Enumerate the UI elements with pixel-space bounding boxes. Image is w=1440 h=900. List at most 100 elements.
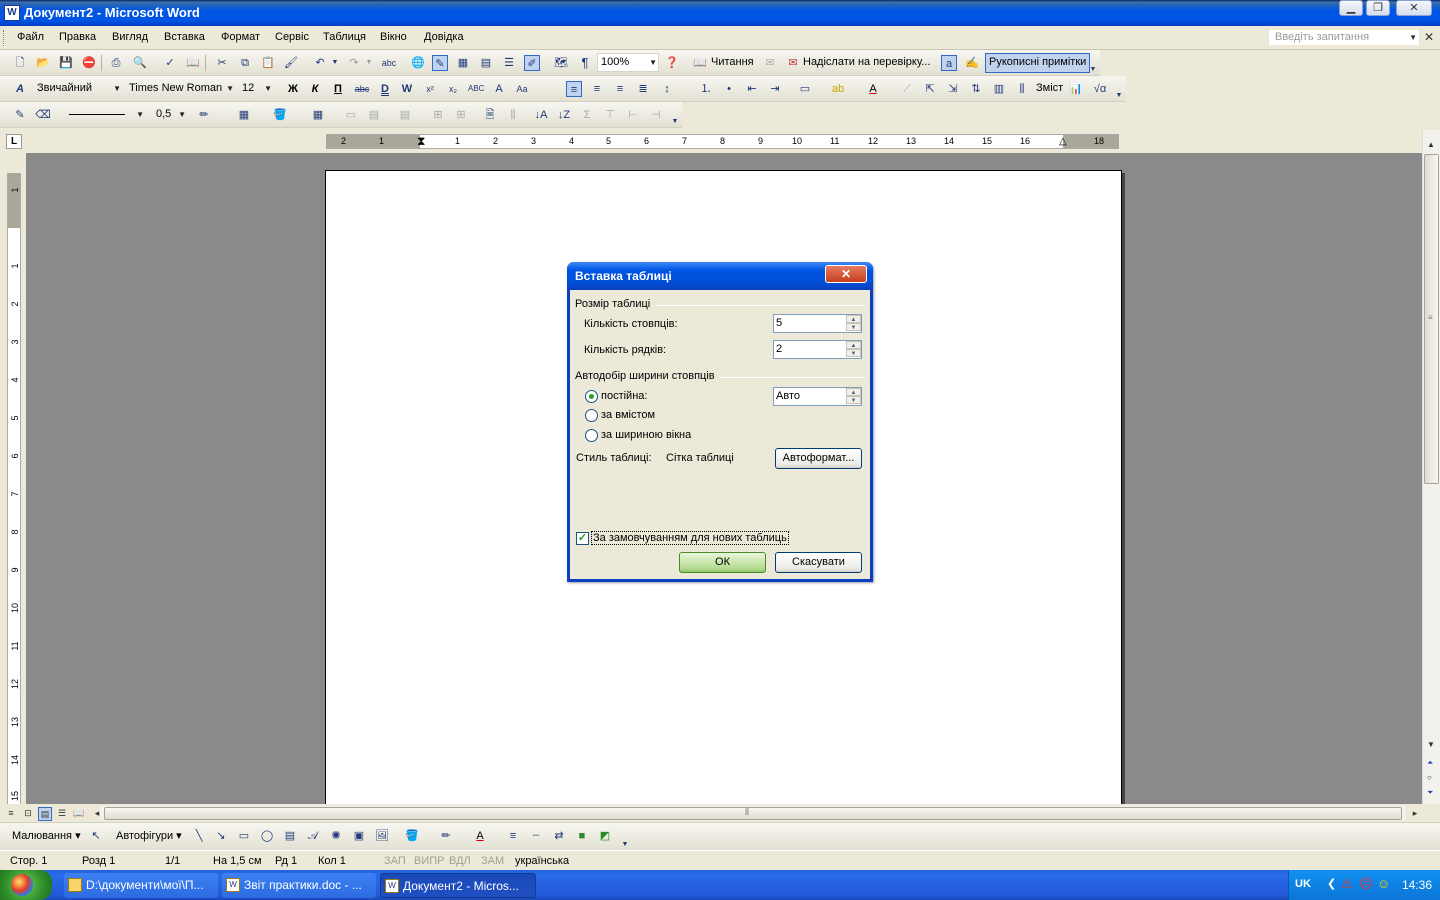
hyperlink-icon[interactable]: 🌐: [410, 55, 426, 71]
autofit-content-label[interactable]: за вмістом: [601, 409, 655, 421]
send-review-icon[interactable]: ✉: [785, 55, 801, 71]
new-document-icon[interactable]: 🗋: [12, 55, 28, 71]
strikethrough-icon[interactable]: abc: [354, 81, 370, 97]
chevron-down-icon[interactable]: ▼: [136, 106, 144, 123]
fixed-width-radio[interactable]: [585, 390, 598, 403]
spin-up-icon[interactable]: ▲: [846, 315, 861, 323]
minimize-icon[interactable]: ▁: [1339, 0, 1363, 16]
autofit-content-radio[interactable]: [585, 409, 598, 422]
3d-style-icon[interactable]: ◩: [597, 828, 613, 844]
drawing-icon[interactable]: ✐: [524, 55, 540, 71]
word-app-icon[interactable]: W: [4, 5, 20, 21]
chevron-down-icon[interactable]: ▼: [226, 80, 234, 97]
previous-page-icon[interactable]: ⏶: [1427, 758, 1433, 768]
attach-icon[interactable]: ✉: [762, 55, 778, 71]
font-color-icon[interactable]: A: [865, 81, 881, 97]
menu-insert[interactable]: Вставка: [164, 31, 205, 43]
oval-icon[interactable]: ◯: [259, 828, 275, 844]
align-center-icon[interactable]: ≡: [589, 81, 605, 97]
save-icon[interactable]: 💾: [58, 55, 74, 71]
smiley-icon[interactable]: ☺: [1377, 876, 1390, 891]
menu-window[interactable]: Вікно: [380, 31, 407, 43]
copy-icon[interactable]: ⧉: [237, 55, 253, 71]
menu-tools[interactable]: Сервіс: [275, 31, 309, 43]
reading-icon[interactable]: 📖: [692, 55, 708, 71]
horizontal-scroll-thumb[interactable]: ⦀: [104, 807, 1402, 820]
spin-up-icon[interactable]: ▲: [846, 388, 861, 396]
status-overtype[interactable]: ЗАМ: [481, 855, 504, 867]
toc-button[interactable]: Зміст: [1036, 82, 1063, 94]
style-select[interactable]: Звичайний ▼: [33, 79, 123, 98]
shadow-style-icon[interactable]: ■: [574, 828, 590, 844]
menu-format[interactable]: Формат: [221, 31, 260, 43]
chevron-down-icon[interactable]: ▼: [178, 106, 186, 123]
font-size-select[interactable]: 12 ▼: [238, 79, 274, 98]
redo-icon[interactable]: ↷: [346, 55, 362, 71]
rectangle-icon[interactable]: ▭: [236, 828, 252, 844]
ink-annotations-button[interactable]: Рукописні примітки: [985, 53, 1091, 73]
toolbar-options-icon[interactable]: ▼: [670, 114, 680, 130]
menu-file[interactable]: Файл: [17, 31, 44, 43]
taskbar-item-report[interactable]: W Звіт практики.doc - ...: [222, 873, 376, 898]
paragraph-icon[interactable]: ⇲: [945, 81, 961, 97]
cancel-button[interactable]: Скасувати: [775, 552, 862, 573]
text-direction-icon[interactable]: ⫼: [505, 107, 521, 123]
fill-color-icon[interactable]: 🪣: [404, 828, 420, 844]
insert-column-icon[interactable]: ⊣: [648, 107, 664, 123]
vertical-ruler[interactable]: 1 1 2 3 4 5 6 7 8 9 10 11 12 13 14 15: [0, 153, 26, 804]
open-folder-icon[interactable]: 📂: [35, 55, 51, 71]
scroll-down-icon[interactable]: ▼: [1427, 740, 1435, 749]
restore-icon[interactable]: ❐: [1366, 0, 1390, 16]
rows-spinner[interactable]: 2 ▲ ▼: [773, 340, 862, 359]
default-for-new-tables-label[interactable]: За замовчуванням для нових таблиць: [591, 531, 789, 545]
status-extend[interactable]: ВДЛ: [449, 855, 471, 867]
language-indicator[interactable]: UK: [1295, 878, 1311, 890]
merge-cells-icon[interactable]: ▭: [343, 107, 359, 123]
tab-selector[interactable]: L: [6, 134, 22, 149]
reading-view-icon[interactable]: 📖: [72, 807, 86, 821]
menu-help[interactable]: Довідка: [424, 31, 464, 43]
border-color-icon[interactable]: ✏: [196, 107, 212, 123]
scroll-right-icon[interactable]: ▸: [1408, 807, 1422, 821]
horizontal-ruler[interactable]: 2 1 ⧗ 1 2 3 4 5 6 7 8 9 10 11 12 13 14 1…: [326, 134, 1119, 149]
justify-icon[interactable]: ≣: [635, 81, 651, 97]
menu-table[interactable]: Таблиця: [323, 31, 366, 43]
close-icon[interactable]: ✕: [1396, 0, 1432, 16]
zoom-select[interactable]: 100% ▼: [597, 53, 659, 72]
autofit-window-label[interactable]: за шириною вікна: [601, 429, 691, 441]
ink-comment-icon[interactable]: a: [941, 55, 957, 71]
subscript-icon[interactable]: x₂: [445, 81, 461, 97]
spelling-icon[interactable]: ✓: [162, 55, 178, 71]
menu-grip[interactable]: [3, 30, 6, 46]
fixed-width-spinner[interactable]: Авто ▲ ▼: [773, 387, 862, 406]
research-icon[interactable]: 📖: [185, 55, 201, 71]
toc-icon[interactable]: ⫼: [1014, 81, 1030, 97]
line-style-icon[interactable]: ≡: [505, 828, 521, 844]
draw-table-icon[interactable]: ✎: [12, 107, 28, 123]
show-formatting-icon[interactable]: ¶: [577, 55, 593, 71]
ink-annotations-icon[interactable]: ✍: [964, 55, 980, 71]
align-right-icon[interactable]: ≡: [612, 81, 628, 97]
undo-icon[interactable]: ↶: [312, 55, 328, 71]
distribute-icon[interactable]: ▥: [991, 81, 1007, 97]
word-underline-icon[interactable]: W: [399, 81, 415, 97]
small-caps-icon[interactable]: ABC: [468, 81, 484, 97]
redo-dropdown-icon[interactable]: ▼: [364, 55, 374, 71]
status-track-changes[interactable]: ВИПР: [414, 855, 445, 867]
insert-table-icon[interactable]: ▦: [455, 55, 471, 71]
decrease-indent-icon[interactable]: ⇤: [744, 81, 760, 97]
spin-down-icon[interactable]: ▼: [846, 349, 861, 357]
default-for-new-tables-checkbox[interactable]: ✓: [576, 532, 589, 545]
text-box-icon[interactable]: ▤: [282, 828, 298, 844]
outline-icon[interactable]: ⇱: [922, 81, 938, 97]
chevron-down-icon[interactable]: ▼: [1409, 30, 1417, 45]
diagonal-border-icon[interactable]: ⟋: [899, 81, 915, 97]
columns-icon[interactable]: ☰: [501, 55, 517, 71]
select-objects-icon[interactable]: ↖: [88, 828, 104, 844]
ask-question-input[interactable]: Введіть запитання ▼: [1268, 29, 1420, 46]
align-cell-icon[interactable]: ▤: [397, 107, 413, 123]
insert-row-icon[interactable]: ⊢: [625, 107, 641, 123]
paste-icon[interactable]: 📋: [260, 55, 276, 71]
grow-font-icon[interactable]: A: [491, 81, 507, 97]
vertical-scrollbar[interactable]: ▲ ≡ ▼ ⏶ ○ ⏷: [1422, 130, 1440, 804]
